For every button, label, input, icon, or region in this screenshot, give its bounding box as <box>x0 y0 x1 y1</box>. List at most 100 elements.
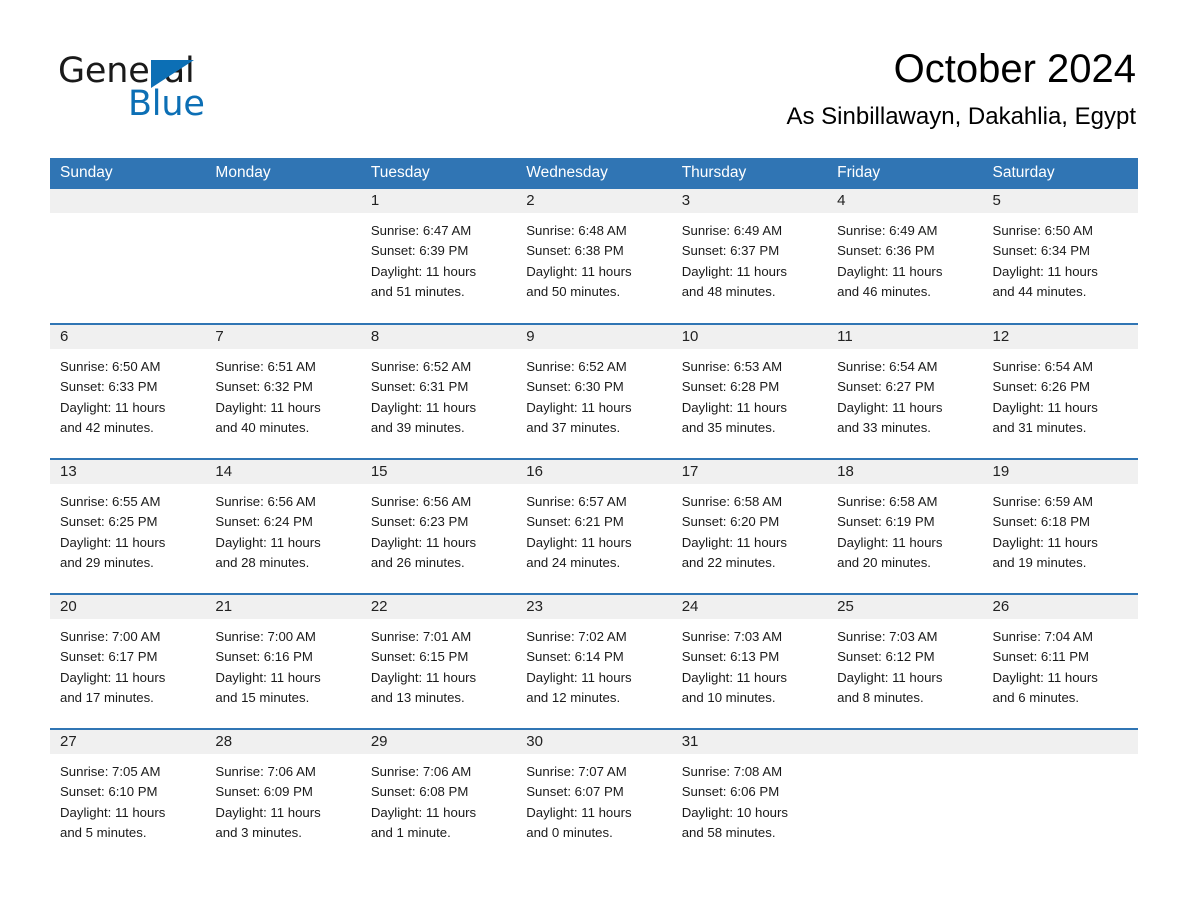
day-detail-sunrise: Sunrise: 6:58 AM <box>681 494 783 509</box>
calendar-day-cell[interactable]: 6 Sunrise: 6:50 AM Sunset: 6:33 PM Daylight… <box>50 323 206 459</box>
day-number: 14 <box>205 460 361 484</box>
day-detail-sunset: Sunset: 6:24 PM <box>215 514 313 530</box>
calendar-day-cell[interactable]: 24 Sunrise: 7:03 AM Sunset: 6:13 PM Dayligh… <box>671 593 828 729</box>
day-detail-sunrise: Sunrise: 6:58 AM <box>837 494 938 509</box>
day-details: Sunrise: 6:58 AM Sunset: 6:20 PM Daylight:… <box>672 484 827 573</box>
day-detail-daylight2: and 40 minutes. <box>215 419 310 435</box>
day-detail-sunrise: Sunrise: 7:05 AM <box>60 764 161 779</box>
day-detail-sunset: Sunset: 6:34 PM <box>992 243 1091 259</box>
day-number: 26 <box>982 595 1138 619</box>
day-details: Sunrise: 6:55 AM Sunset: 6:25 PM Daylight:… <box>50 484 205 573</box>
day-detail-daylight2: and 1 minute. <box>370 824 451 840</box>
day-detail-sunrise: Sunrise: 6:50 AM <box>992 223 1093 238</box>
day-detail-daylight2: and 10 minutes. <box>681 689 776 705</box>
calendar-day-cell[interactable]: 16 Sunrise: 6:57 AM Sunset: 6:21 PM Dayligh… <box>516 458 672 594</box>
calendar-day-cell[interactable]: 12 Sunrise: 6:54 AM Sunset: 6:26 PM Dayligh… <box>982 323 1138 459</box>
generalblue-logo[interactable]: General Blue <box>58 52 288 124</box>
day-number: 22 <box>360 595 517 619</box>
day-detail-sunset: Sunset: 6:09 PM <box>215 784 313 800</box>
calendar-day-cell[interactable]: 7 Sunrise: 6:51 AM Sunset: 6:32 PM Daylight… <box>205 323 361 459</box>
day-number: 19 <box>982 460 1138 484</box>
calendar-day-cell[interactable]: 14 Sunrise: 6:56 AM Sunset: 6:24 PM Dayligh… <box>205 458 361 594</box>
day-detail-daylight2: and 0 minutes. <box>526 824 613 840</box>
calendar-day-cell[interactable]: 25 Sunrise: 7:03 AM Sunset: 6:12 PM Dayligh… <box>827 593 983 729</box>
calendar-day-cell[interactable]: 1 Sunrise: 6:47 AM Sunset: 6:39 PM Daylight… <box>360 189 517 324</box>
calendar-day-cell[interactable]: 23 Sunrise: 7:02 AM Sunset: 6:14 PM Dayligh… <box>516 593 672 729</box>
calendar-day-cell[interactable]: 3 Sunrise: 6:49 AM Sunset: 6:37 PM Daylight… <box>671 189 828 324</box>
day-detail-sunset: Sunset: 6:30 PM <box>526 379 624 395</box>
day-number: 8 <box>360 325 517 349</box>
calendar-day-cell[interactable]: 20 Sunrise: 7:00 AM Sunset: 6:17 PM Dayligh… <box>50 593 206 729</box>
day-detail-sunrise: Sunrise: 6:52 AM <box>370 359 472 374</box>
calendar-day-cell[interactable]: 15 Sunrise: 6:56 AM Sunset: 6:23 PM Dayligh… <box>360 458 517 594</box>
day-detail-sunrise: Sunrise: 6:59 AM <box>992 494 1093 509</box>
calendar-day-cell[interactable]: 5 Sunrise: 6:50 AM Sunset: 6:34 PM Daylight… <box>982 189 1138 324</box>
day-detail-sunset: Sunset: 6:18 PM <box>992 514 1091 530</box>
calendar-day-cell[interactable]: 17 Sunrise: 6:58 AM Sunset: 6:20 PM Dayligh… <box>671 458 828 594</box>
day-number: 1 <box>360 189 517 213</box>
day-detail-daylight1: Daylight: 11 hours <box>681 534 787 550</box>
day-detail-daylight1: Daylight: 11 hours <box>526 399 632 415</box>
calendar-day-cell[interactable]: 10 Sunrise: 6:53 AM Sunset: 6:28 PM Dayligh… <box>671 323 828 459</box>
calendar-day-cell[interactable]: 31 Sunrise: 7:08 AM Sunset: 6:06 PM Dayligh… <box>671 728 828 864</box>
day-detail-daylight1: Daylight: 11 hours <box>992 534 1098 550</box>
day-detail-sunrise: Sunrise: 6:49 AM <box>837 223 938 238</box>
day-number <box>50 189 206 213</box>
day-number: 13 <box>50 460 206 484</box>
day-detail-daylight2: and 31 minutes. <box>992 419 1087 435</box>
calendar-day-cell[interactable]: 13 Sunrise: 6:55 AM Sunset: 6:25 PM Dayligh… <box>50 458 206 594</box>
day-detail-sunset: Sunset: 6:06 PM <box>681 784 780 800</box>
day-detail-sunset: Sunset: 6:27 PM <box>837 379 935 395</box>
day-detail-daylight1: Daylight: 11 hours <box>370 669 477 685</box>
day-detail-sunset: Sunset: 6:19 PM <box>837 514 935 530</box>
day-number: 21 <box>205 595 361 619</box>
day-detail-sunset: Sunset: 6:15 PM <box>370 649 469 665</box>
day-detail-daylight1: Daylight: 11 hours <box>992 263 1098 279</box>
calendar-day-cell[interactable]: 27 Sunrise: 7:05 AM Sunset: 6:10 PM Dayligh… <box>50 728 206 864</box>
day-detail-daylight2: and 44 minutes. <box>992 283 1087 299</box>
day-detail-daylight2: and 24 minutes. <box>526 554 621 570</box>
day-detail-daylight1: Daylight: 11 hours <box>992 669 1098 685</box>
day-details: Sunrise: 6:54 AM Sunset: 6:27 PM Daylight:… <box>827 349 982 438</box>
day-detail-daylight2: and 37 minutes. <box>526 419 621 435</box>
day-number: 25 <box>827 595 983 619</box>
day-detail-sunset: Sunset: 6:32 PM <box>215 379 313 395</box>
calendar-day-cell[interactable]: 4 Sunrise: 6:49 AM Sunset: 6:36 PM Daylight… <box>827 189 983 324</box>
calendar-day-cell[interactable]: 22 Sunrise: 7:01 AM Sunset: 6:15 PM Dayligh… <box>360 593 517 729</box>
calendar-week-row: 13 Sunrise: 6:55 AM Sunset: 6:25 PM Dayligh… <box>50 458 1138 594</box>
day-number: 24 <box>671 595 828 619</box>
day-detail-daylight1: Daylight: 11 hours <box>526 534 632 550</box>
day-detail-sunrise: Sunrise: 6:48 AM <box>526 223 627 238</box>
day-detail-sunrise: Sunrise: 7:06 AM <box>370 764 472 779</box>
calendar-day-cell[interactable]: 26 Sunrise: 7:04 AM Sunset: 6:11 PM Dayligh… <box>982 593 1138 729</box>
day-details: Sunrise: 7:06 AM Sunset: 6:09 PM Daylight:… <box>205 754 360 843</box>
day-number <box>827 730 983 754</box>
day-detail-daylight1: Daylight: 11 hours <box>370 804 477 820</box>
day-detail-daylight1: Daylight: 11 hours <box>681 399 787 415</box>
day-detail-daylight1: Daylight: 11 hours <box>370 399 477 415</box>
day-detail-daylight2: and 20 minutes. <box>837 554 931 570</box>
logo-text-blue: Blue <box>128 84 205 124</box>
day-detail-daylight1: Daylight: 11 hours <box>215 399 321 415</box>
day-number: 30 <box>516 730 672 754</box>
day-number: 7 <box>205 325 361 349</box>
calendar-day-cell[interactable]: 11 Sunrise: 6:54 AM Sunset: 6:27 PM Dayligh… <box>827 323 983 459</box>
calendar-day-cell[interactable]: 29 Sunrise: 7:06 AM Sunset: 6:08 PM Dayligh… <box>360 728 517 864</box>
calendar-day-cell[interactable]: 21 Sunrise: 7:00 AM Sunset: 6:16 PM Dayligh… <box>205 593 361 729</box>
day-detail-daylight1: Daylight: 11 hours <box>837 669 943 685</box>
calendar-day-cell[interactable]: 8 Sunrise: 6:52 AM Sunset: 6:31 PM Daylight… <box>360 323 517 459</box>
day-details: Sunrise: 7:07 AM Sunset: 6:07 PM Daylight:… <box>516 754 671 843</box>
calendar-day-cell[interactable]: 9 Sunrise: 6:52 AM Sunset: 6:30 PM Daylight… <box>516 323 672 459</box>
day-number: 28 <box>205 730 361 754</box>
day-details: Sunrise: 6:51 AM Sunset: 6:32 PM Daylight:… <box>205 349 360 438</box>
calendar-day-cell[interactable]: 28 Sunrise: 7:06 AM Sunset: 6:09 PM Dayligh… <box>205 728 361 864</box>
day-detail-daylight1: Daylight: 11 hours <box>370 263 477 279</box>
calendar-day-cell[interactable]: 18 Sunrise: 6:58 AM Sunset: 6:19 PM Dayligh… <box>827 458 983 594</box>
day-detail-daylight1: Daylight: 11 hours <box>526 804 632 820</box>
day-detail-sunset: Sunset: 6:10 PM <box>60 784 158 800</box>
calendar-day-cell[interactable]: 30 Sunrise: 7:07 AM Sunset: 6:07 PM Dayligh… <box>516 728 672 864</box>
calendar-day-cell[interactable]: 19 Sunrise: 6:59 AM Sunset: 6:18 PM Dayligh… <box>982 458 1138 594</box>
calendar-day-cell[interactable]: 2 Sunrise: 6:48 AM Sunset: 6:38 PM Daylight… <box>516 189 672 324</box>
day-detail-daylight2: and 8 minutes. <box>837 689 924 705</box>
day-detail-sunrise: Sunrise: 7:00 AM <box>215 629 316 644</box>
